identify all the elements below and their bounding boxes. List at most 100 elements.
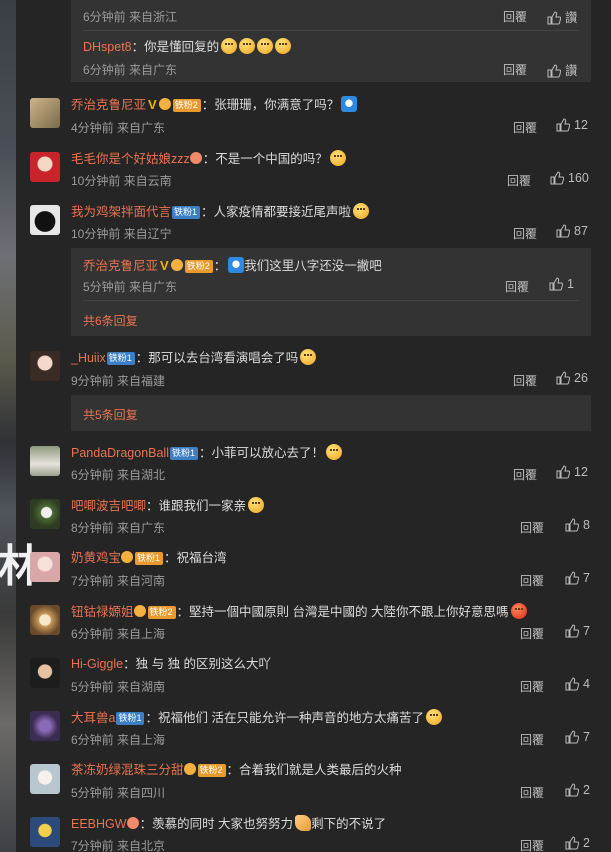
username-link[interactable]: 大耳兽a (71, 711, 115, 725)
comment-list[interactable]: 6分钟前 来自浙江 回覆 讚 DHspet8：你是懂回复的 6分钟前 来自广东 … (16, 0, 611, 852)
like-label: 讚 (565, 64, 578, 78)
thumbs-up-icon (565, 571, 580, 585)
angry-emoji-icon (510, 603, 527, 619)
heart-badge-icon (189, 152, 202, 164)
avatar[interactable] (30, 499, 60, 529)
username-link[interactable]: PandaDragonBall (71, 446, 169, 460)
comment-text: 不是一个中国的吗？ (215, 152, 328, 166)
thumbs-up-icon (565, 677, 580, 691)
reply-button[interactable]: 回覆 (520, 731, 544, 748)
reply-button[interactable]: 回覆 (513, 466, 537, 483)
reply-button[interactable]: 回覆 (503, 61, 527, 78)
comment-line: _Huiix 铁粉1 ：那可以去台湾看演唱会了吗 (71, 349, 317, 366)
reply-button[interactable]: 回覆 (513, 225, 537, 242)
like-button[interactable]: 160 (550, 171, 589, 185)
username-link[interactable]: _Huiix (71, 351, 106, 365)
avatar[interactable] (30, 552, 60, 582)
avatar[interactable] (30, 152, 60, 182)
comment-meta: 4分钟前 来自广东 (71, 121, 166, 135)
username-link[interactable]: EEBHGW (71, 817, 127, 831)
reply-button[interactable]: 回覆 (505, 278, 529, 295)
like-count: 12 (574, 118, 588, 132)
comment-line: 茶冻奶绿混珠三分甜 铁粉2 ：合着我们就是人类最后的火种 (71, 763, 402, 777)
reply-button[interactable]: 回覆 (520, 625, 544, 642)
avatar[interactable] (30, 205, 60, 235)
username-link[interactable]: 乔治克鲁尼亚 (71, 98, 146, 112)
reply-box: 乔治克鲁尼亚 V 铁粉2：我们这里八字还没一撇吧 5分钟前 来自广东 回覆 1 共6… (71, 248, 591, 336)
like-count: 2 (583, 836, 590, 850)
doraemon-emoji-icon (341, 96, 358, 112)
like-label: 讚 (565, 11, 578, 25)
comment-meta: 6分钟前 来自上海 (71, 627, 166, 641)
view-more-replies-link[interactable]: 共6条回复 (83, 312, 138, 329)
comment-meta: 6分钟前 来自上海 (71, 733, 166, 747)
mask-emoji-icon (353, 203, 370, 219)
like-button[interactable]: 讚 (547, 7, 578, 26)
like-button[interactable]: 1 (549, 277, 574, 291)
username-link[interactable]: 乔治克鲁尼亚 (83, 259, 158, 273)
avatar[interactable] (30, 446, 60, 476)
reply-button[interactable]: 回覆 (520, 837, 544, 852)
like-count: 12 (574, 465, 588, 479)
like-button[interactable]: 7 (565, 730, 590, 744)
like-button[interactable]: 4 (565, 677, 590, 691)
thumbs-up-icon (565, 836, 580, 850)
avatar[interactable] (30, 817, 60, 847)
thumbs-up-icon (547, 64, 562, 78)
thumbs-up-icon (556, 465, 571, 479)
reply-box: 共5条回复 (71, 395, 591, 431)
comment-line: 我为鸡架拌面代言 铁粉1 ：人家疫情都要接近尾声啦 (71, 203, 370, 220)
like-button[interactable]: 7 (565, 571, 590, 585)
username-link[interactable]: DHspet8 (83, 40, 132, 54)
username-link[interactable]: 毛毛你是个好姑娘zzz (71, 152, 190, 166)
divider (83, 300, 579, 301)
like-button[interactable]: 2 (565, 836, 590, 850)
view-more-replies-link[interactable]: 共5条回复 (83, 406, 138, 423)
avatar[interactable] (30, 605, 60, 635)
like-button[interactable]: 12 (556, 465, 588, 479)
like-button[interactable]: 2 (565, 783, 590, 797)
comment-text: 祝福他们 活在只能允许一种声音的地方太痛苦了 (157, 711, 424, 725)
avatar[interactable] (30, 764, 60, 794)
like-button[interactable]: 8 (565, 518, 590, 532)
avatar[interactable] (30, 711, 60, 741)
like-button[interactable]: 26 (556, 371, 588, 385)
username-link[interactable]: 吧唧波吉吧唧 (71, 499, 146, 513)
comment-line: 奶黄鸡宝 铁粉1 ：祝福台湾 (71, 551, 227, 565)
like-button[interactable]: 7 (565, 624, 590, 638)
reply-button[interactable]: 回覆 (513, 372, 537, 389)
like-button[interactable]: 讚 (547, 60, 578, 79)
fan-badge: 铁粉1 (172, 206, 201, 219)
comment-line: 吧唧波吉吧唧：谁跟我们一家亲 (71, 497, 265, 514)
like-button[interactable]: 12 (556, 118, 588, 132)
reply-meta: 5分钟前 来自广东 (83, 280, 178, 294)
avatar[interactable] (30, 351, 60, 381)
reply-button[interactable]: 回覆 (520, 784, 544, 801)
username-link[interactable]: Hi-Giggle (71, 657, 123, 671)
username-link[interactable]: 钮钴禄嫄姐 (71, 605, 134, 619)
reply-button[interactable]: 回覆 (520, 678, 544, 695)
divider (83, 30, 579, 31)
thumbs-up-icon (556, 224, 571, 238)
comment-meta: 10分钟前 来自云南 (71, 174, 172, 188)
thumbs-up-icon (565, 624, 580, 638)
avatar[interactable] (30, 658, 60, 688)
fan-badge: 铁粉2 (197, 764, 226, 777)
avatar[interactable] (30, 98, 60, 128)
reply-button[interactable]: 回覆 (503, 8, 527, 25)
reply-button[interactable]: 回覆 (513, 119, 537, 136)
reply-button[interactable]: 回覆 (507, 172, 531, 189)
thumbs-up-icon (565, 518, 580, 532)
thumbs-up-icon (556, 371, 571, 385)
comment-meta: 10分钟前 来自辽宁 (71, 227, 172, 241)
fan-badge: 铁粉1 (170, 447, 199, 460)
cat-emoji-icon (257, 38, 274, 54)
reply-button[interactable]: 回覆 (520, 572, 544, 589)
username-link[interactable]: 茶冻奶绿混珠三分甜 (71, 763, 184, 777)
reply-button[interactable]: 回覆 (520, 519, 544, 536)
comment-text: 独 与 独 的区别这么大吖 (135, 657, 272, 671)
cat-emoji-icon (275, 38, 292, 54)
like-button[interactable]: 87 (556, 224, 588, 238)
username-link[interactable]: 我为鸡架拌面代言 (71, 205, 171, 219)
username-link[interactable]: 奶黄鸡宝 (71, 551, 121, 565)
